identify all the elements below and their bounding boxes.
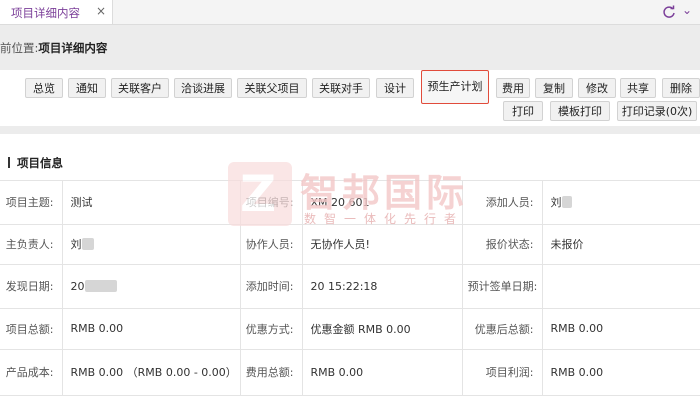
chevron-down-icon[interactable]: ⌄ — [682, 3, 692, 17]
field-value: 20 15:22:18 — [302, 264, 463, 309]
section-title-text: 项目信息 — [17, 156, 63, 170]
field-label: 报价状态: — [462, 224, 543, 265]
field-label: 发现日期: — [0, 264, 63, 309]
field-label: 项目利润: — [462, 349, 543, 396]
print-button[interactable]: 打印 — [503, 101, 543, 121]
field-value: 刘 — [542, 181, 700, 225]
section-title: 项目信息 — [8, 155, 63, 171]
field-value: 20 — [62, 264, 241, 309]
negotiation-progress-button[interactable]: 洽谈进展 — [174, 78, 232, 98]
breadcrumb: 前位置:项目详细内容 — [0, 40, 107, 56]
field-value: RMB 0.00 （RMB 0.00 - 0.00） — [62, 349, 241, 396]
redaction-mark — [81, 238, 94, 250]
tab-project-detail[interactable]: 项目详细内容 × — [0, 0, 113, 24]
project-info-table: 项目主题: 测试 项目编号: XM 20 601 添加人员: 刘 主负责人: 刘… — [0, 181, 700, 396]
field-label: 协作人员: — [240, 224, 303, 265]
redaction-mark — [84, 279, 117, 292]
field-label: 项目总额: — [0, 308, 63, 350]
related-customer-button[interactable]: 关联客户 — [111, 78, 169, 98]
field-value: 无协作人员! — [302, 224, 463, 265]
field-value: RMB 0.00 — [542, 349, 700, 396]
field-label: 添加人员: — [462, 181, 543, 225]
section-marker — [8, 157, 10, 168]
delete-button[interactable]: 删除 — [662, 78, 700, 98]
redaction-mark — [561, 196, 572, 209]
field-label: 优惠方式: — [240, 308, 303, 350]
edit-button[interactable]: 修改 — [578, 78, 616, 98]
field-label: 主负责人: — [0, 224, 63, 265]
table-row: 产品成本: RMB 0.00 （RMB 0.00 - 0.00） 费用总额: R… — [0, 349, 700, 396]
field-value: XM 20 601 — [302, 181, 463, 225]
field-value: RMB 0.00 — [62, 308, 241, 350]
table-row: 发现日期: 20 添加时间: 20 15:22:18 预计签单日期: — [0, 264, 700, 309]
expense-button[interactable]: 费用 — [496, 78, 530, 98]
close-icon[interactable]: × — [96, 4, 106, 18]
design-button[interactable]: 设计 — [376, 78, 414, 98]
field-value: RMB 0.00 — [302, 349, 463, 396]
table-row: 项目主题: 测试 项目编号: XM 20 601 添加人员: 刘 — [0, 181, 700, 225]
field-value — [542, 264, 700, 309]
field-label: 产品成本: — [0, 349, 63, 396]
field-value: 刘 — [62, 224, 241, 265]
field-value-text: 刘 — [70, 238, 82, 251]
field-value-text: 刘 — [550, 196, 562, 210]
template-print-button[interactable]: 模板打印 — [550, 101, 610, 121]
field-value: 未报价 — [542, 224, 700, 265]
related-competitor-button[interactable]: 关联对手 — [312, 78, 370, 98]
field-label: 项目主题: — [0, 181, 63, 225]
breadcrumb-current: 项目详细内容 — [38, 41, 108, 55]
table-row: 项目总额: RMB 0.00 优惠方式: 优惠金额 RMB 0.00 优惠后总额… — [0, 308, 700, 350]
field-label: 添加时间: — [240, 264, 303, 309]
table-row: 主负责人: 刘 协作人员: 无协作人员! 报价状态: 未报价 — [0, 224, 700, 265]
copy-button[interactable]: 复制 — [535, 78, 573, 98]
overview-button[interactable]: 总览 — [25, 78, 63, 98]
share-button[interactable]: 共享 — [620, 78, 656, 98]
refresh-icon[interactable] — [662, 5, 676, 19]
related-parent-project-button[interactable]: 关联父项目 — [237, 78, 307, 98]
field-value: 测试 — [62, 181, 241, 225]
notify-button[interactable]: 通知 — [68, 78, 106, 98]
field-value: 优惠金额 RMB 0.00 — [302, 308, 463, 350]
tab-label: 项目详细内容 — [11, 6, 80, 20]
field-value-text: 20 — [70, 279, 85, 293]
field-label: 优惠后总额: — [462, 308, 543, 350]
pre-production-plan-button[interactable]: 预生产计划 — [421, 70, 489, 104]
action-toolbar: 总览 通知 关联客户 洽谈进展 关联父项目 关联对手 设计 预生产计划 费用 复… — [0, 70, 700, 126]
print-history-button[interactable]: 打印记录(0次) — [617, 101, 697, 121]
breadcrumb-prefix: 前位置: — [0, 41, 39, 55]
field-label: 预计签单日期: — [462, 264, 543, 309]
tab-bar: 项目详细内容 × ⌄ — [0, 0, 700, 25]
field-value: RMB 0.00 — [542, 308, 700, 350]
field-label: 费用总额: — [240, 349, 303, 396]
field-label: 项目编号: — [240, 181, 303, 225]
